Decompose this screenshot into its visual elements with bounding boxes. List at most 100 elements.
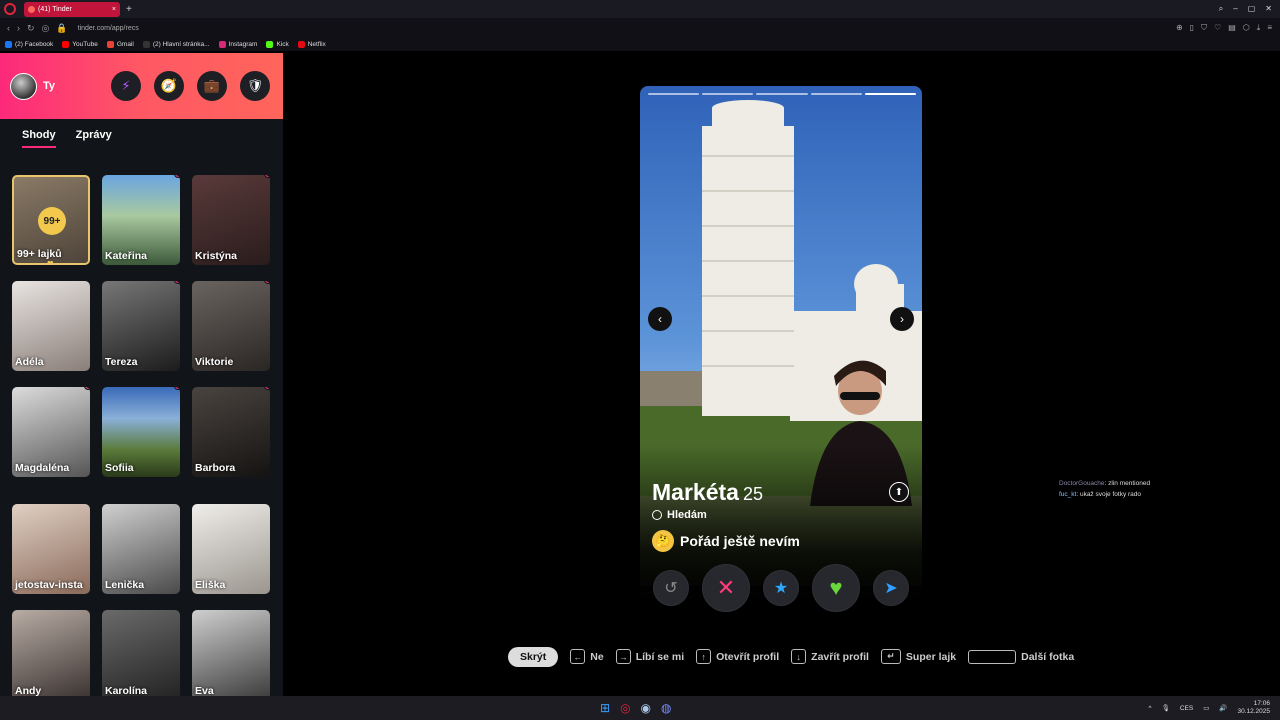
opera-gx-icon[interactable] <box>4 3 16 15</box>
explore-button[interactable]: 🧭 <box>154 71 184 101</box>
bookmark-gmail[interactable]: Gmail <box>106 41 134 48</box>
match-card[interactable]: Kateřina <box>102 175 180 265</box>
steam-icon[interactable]: ◉ <box>641 701 651 715</box>
search-icon[interactable]: ⌕ <box>1219 4 1223 14</box>
new-tab-button[interactable]: + <box>126 4 132 15</box>
network-icon[interactable]: ▭ <box>1203 704 1209 712</box>
lock-icon[interactable]: 🔒 <box>56 23 67 34</box>
bookmark-youtube[interactable]: YouTube <box>62 41 98 48</box>
kick-icon <box>266 41 274 48</box>
maximize-button[interactable]: ▢ <box>1248 4 1256 14</box>
match-name: Kateřina <box>105 250 148 262</box>
boost-send-button[interactable]: ➤ <box>873 570 909 606</box>
match-card[interactable]: Eliška <box>192 504 270 594</box>
reload-icon[interactable]: ↻ <box>27 23 35 34</box>
opera-gx-icon[interactable]: ◎ <box>620 701 630 715</box>
match-name: Lenička <box>105 579 145 591</box>
bookmark-netflix[interactable]: Netflix <box>297 41 326 48</box>
hide-shortcuts-button[interactable]: Skrýt <box>508 646 559 667</box>
match-name: Adéla <box>15 356 44 368</box>
spacebar-key-icon <box>968 649 1017 664</box>
windows-start-icon[interactable]: ⊞ <box>600 701 610 715</box>
match-card[interactable]: jetostav-insta <box>12 504 90 594</box>
download-icon[interactable]: ⤓ <box>1257 23 1261 33</box>
boost-button[interactable]: ⚡ <box>111 71 141 101</box>
match-card[interactable]: Eva <box>192 610 270 696</box>
back-icon[interactable]: ‹ <box>7 23 10 33</box>
photo-indicator[interactable] <box>810 93 862 95</box>
intent-text: Pořád ještě nevím <box>680 533 800 549</box>
shield-icon[interactable]: ⛉ <box>1201 23 1207 33</box>
chevron-up-icon[interactable]: ^ <box>1149 705 1152 712</box>
clock[interactable]: 17:06 30.12.2025 <box>1237 700 1270 716</box>
user-name[interactable]: Ty <box>43 80 55 92</box>
chat-message: fuc_kt: ukaž svoje fotky rado <box>1059 489 1150 500</box>
tab-tinder[interactable]: (41) Tinder × <box>24 1 120 17</box>
match-card[interactable]: Sofiia <box>102 387 180 477</box>
rewind-button[interactable]: ↺ <box>653 570 689 606</box>
address-bar: ‹ › ↻ ◎ 🔒 tinder.com/app/recs ⊕ ▯ ⛉ ♡ ▤ … <box>0 18 1280 38</box>
match-card[interactable]: Magdaléna <box>12 387 90 477</box>
minimize-button[interactable]: – <box>1233 4 1237 14</box>
likes-card[interactable]: 99+ 99+ lajků ♥ <box>12 175 90 265</box>
profile-card[interactable]: ‹ › Markéta 25 ⬆ Hledám 🤔 Pořád ještě nev… <box>640 86 922 614</box>
bookmark-instagram[interactable]: Instagram <box>218 41 257 48</box>
location-icon[interactable]: ◎ <box>42 23 50 34</box>
likes-label: 99+ lajků <box>17 248 62 260</box>
match-card[interactable]: Kristýna <box>192 175 270 265</box>
match-name: Eva <box>195 685 214 696</box>
bookmark-icon[interactable]: ▯ <box>1190 23 1194 33</box>
shortcut-open-profile: ↑ Otevřít profil <box>696 649 779 664</box>
keyboard-shortcuts: Skrýt ← Ne → Líbí se mi ↑ Otevřít profil ↓ Z… <box>508 646 1074 667</box>
photo-indicator[interactable] <box>864 93 917 95</box>
match-name: jetostav-insta <box>15 579 83 591</box>
bookmarks-bar: (2) Facebook YouTube Gmail (2) Hlavní st… <box>0 38 1280 51</box>
open-profile-button[interactable]: ⬆ <box>889 482 909 502</box>
match-card[interactable]: Andy <box>12 610 90 696</box>
close-window-button[interactable]: ✕ <box>1265 4 1272 14</box>
enter-key-icon: ↵ <box>880 649 901 664</box>
facebook-icon <box>5 41 12 48</box>
heart-icon[interactable]: ♡ <box>1214 23 1221 33</box>
nope-button[interactable]: ✕ <box>702 564 750 612</box>
shortcut-close-profile: ↓ Zavřít profil <box>791 649 869 664</box>
photo-indicator[interactable] <box>756 93 808 95</box>
photo-indicator[interactable] <box>702 93 754 95</box>
photo-indicator[interactable] <box>648 93 700 95</box>
paper-plane-icon: ➤ <box>884 580 898 597</box>
extensions-icon[interactable]: ⬡ <box>1243 23 1250 33</box>
chat-user: fuc_kt <box>1059 491 1077 498</box>
bookmark-kick[interactable]: Kick <box>266 41 289 48</box>
match-card[interactable]: Karolína <box>102 610 180 696</box>
bookmark-facebook[interactable]: (2) Facebook <box>5 41 53 48</box>
prev-photo-button[interactable]: ‹ <box>648 307 672 331</box>
new-match-dot <box>264 175 270 178</box>
tab-matches[interactable]: Shody <box>22 129 56 148</box>
url-field[interactable]: tinder.com/app/recs <box>78 25 139 32</box>
shortcut-nope: ← Ne <box>570 649 604 664</box>
match-card[interactable]: Adéla <box>12 281 90 371</box>
microphone-icon[interactable]: 🎙 <box>1162 704 1170 712</box>
language-indicator[interactable]: CES <box>1180 705 1193 712</box>
matches-sidebar: Ty ⚡ 🧭 💼 🛡 Shody Zprávy 99+ 99+ lajků ♥ … <box>0 53 283 696</box>
super-like-button[interactable]: ★ <box>763 570 799 606</box>
menu-icon[interactable]: ≡ <box>1267 23 1272 33</box>
bookmark-x[interactable]: (2) Hlavní stránka... <box>142 41 210 48</box>
volume-icon[interactable]: 🔊 <box>1219 704 1227 712</box>
zoom-icon[interactable]: ⊕ <box>1176 23 1183 33</box>
match-card[interactable]: Tereza <box>102 281 180 371</box>
next-photo-button[interactable]: › <box>890 307 914 331</box>
tab-messages[interactable]: Zprávy <box>76 129 112 148</box>
close-tab-icon[interactable]: × <box>112 6 116 13</box>
wallet-icon[interactable]: ▤ <box>1228 23 1236 33</box>
discord-icon[interactable]: ◍ <box>661 701 671 715</box>
avatar[interactable] <box>10 72 37 100</box>
match-card[interactable]: Lenička <box>102 504 180 594</box>
match-card[interactable]: Viktorie <box>192 281 270 371</box>
briefcase-button[interactable]: 💼 <box>197 71 227 101</box>
safety-button[interactable]: 🛡 <box>240 71 270 101</box>
match-card[interactable]: Barbora <box>192 387 270 477</box>
forward-icon[interactable]: › <box>17 23 20 33</box>
new-match-dot <box>174 175 180 178</box>
like-button[interactable]: ♥ <box>812 564 860 612</box>
